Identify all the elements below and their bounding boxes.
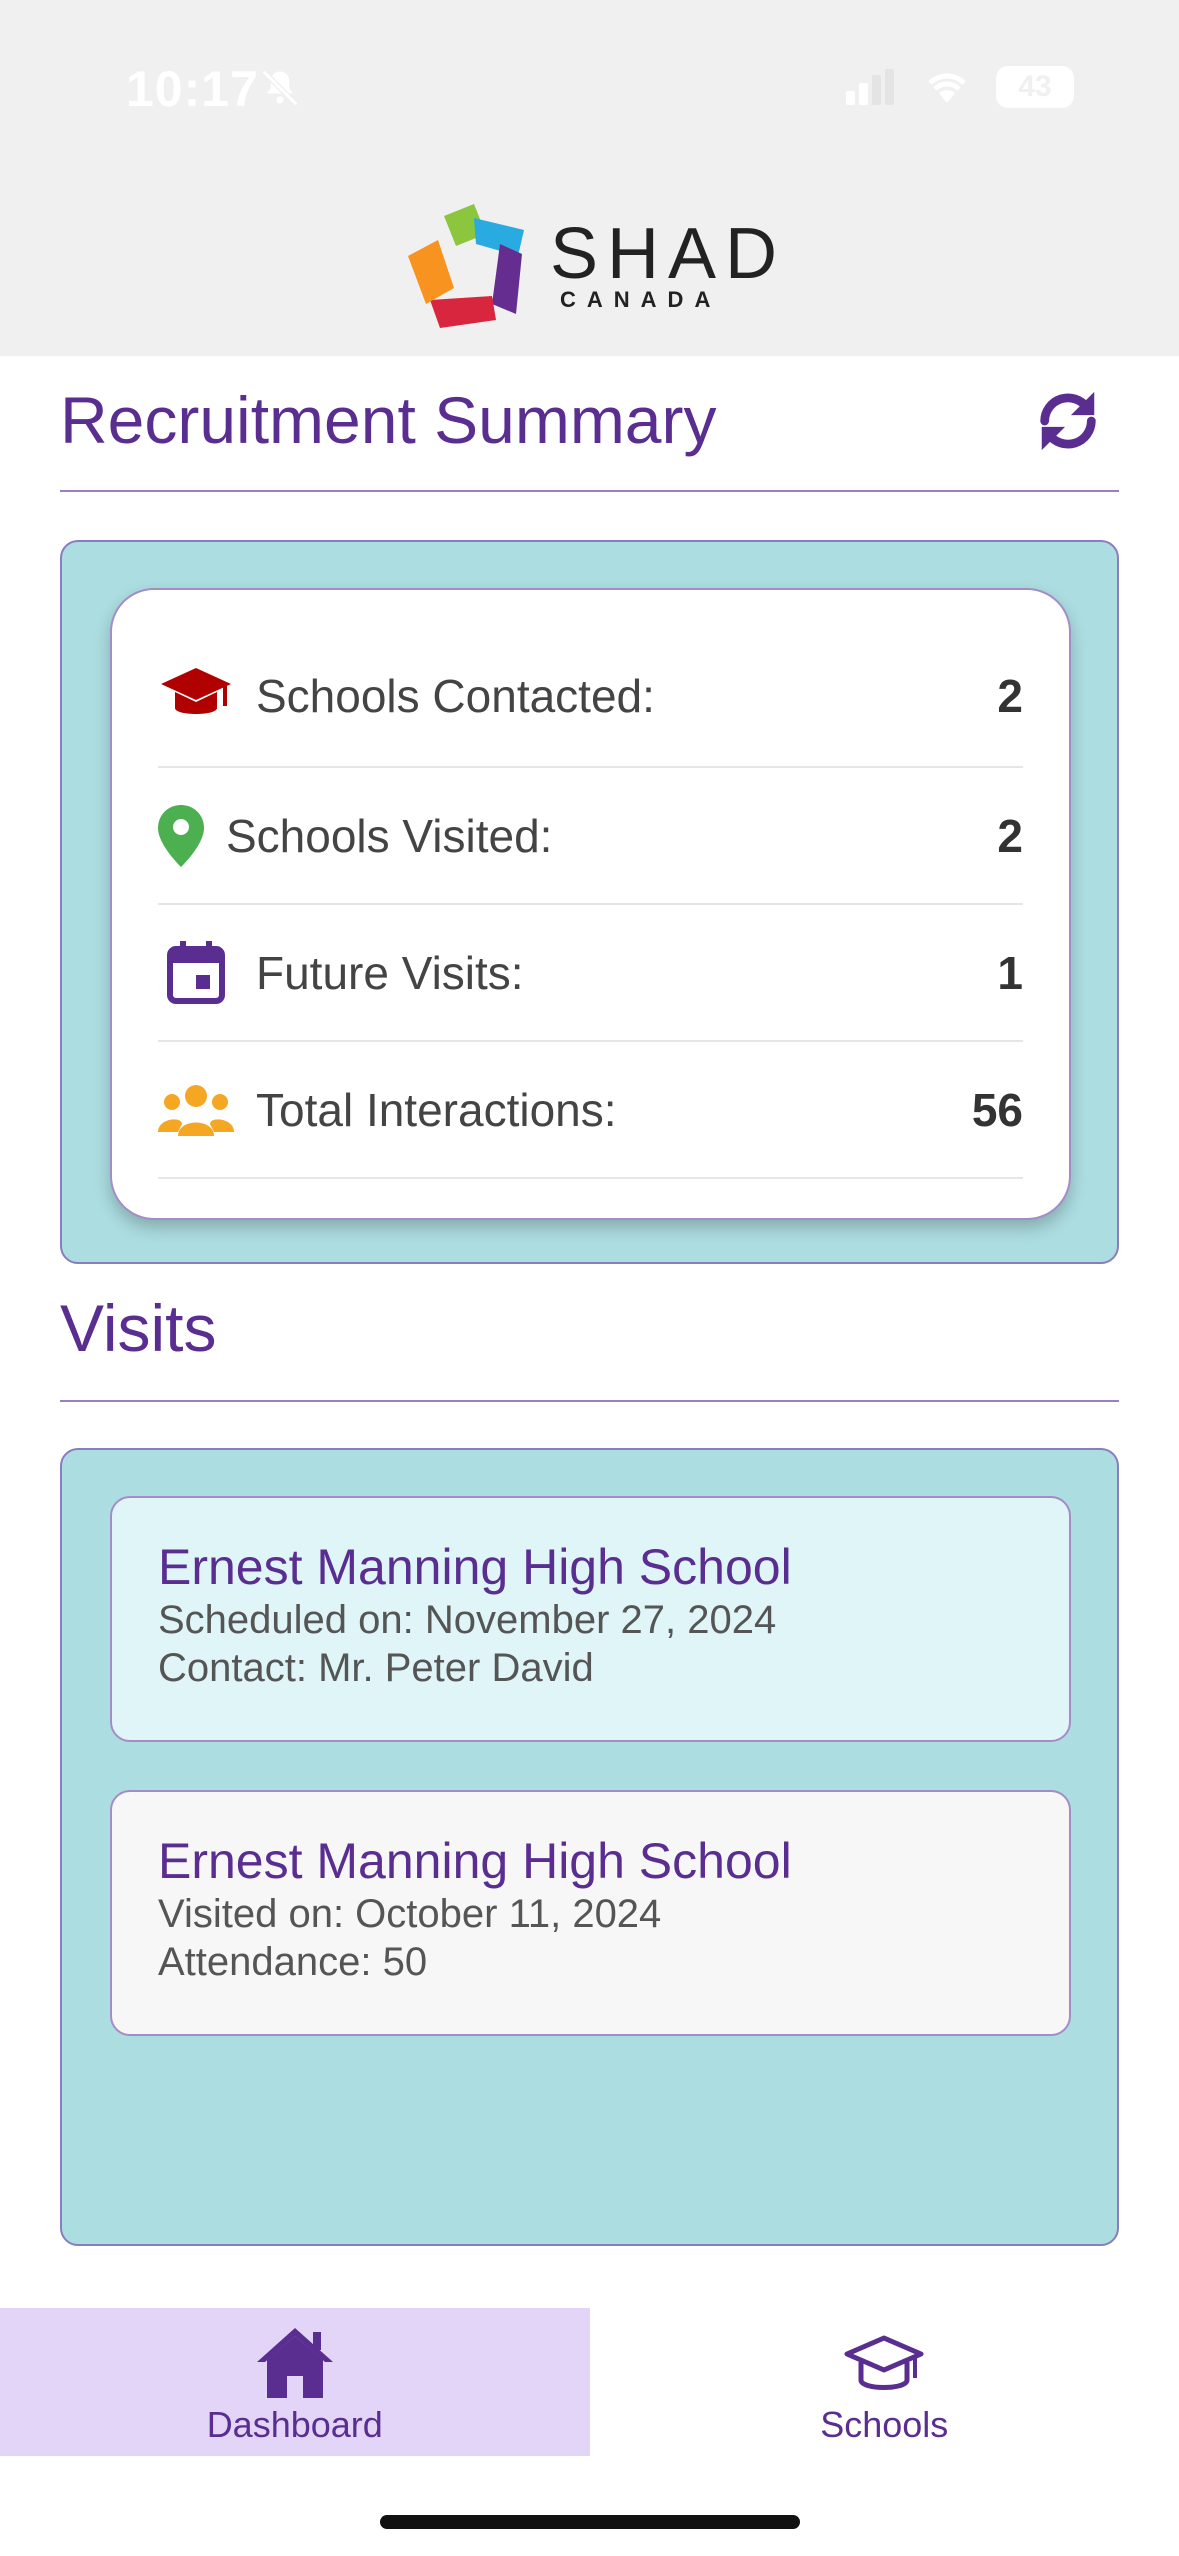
visits-title: Visits — [60, 1291, 217, 1365]
school-cap-icon — [844, 2335, 924, 2390]
stat-label: Total Interactions: — [256, 1083, 617, 1136]
summary-title: Recruitment Summary — [60, 383, 717, 457]
visit-school-name: Ernest Manning High School — [158, 1539, 792, 1595]
home-icon — [256, 2328, 333, 2398]
visit-date: Scheduled on: November 27, 2024 — [158, 1598, 777, 1642]
visits-header: Visits — [60, 1290, 1119, 1402]
shad-logo-mark-icon — [408, 204, 524, 328]
stat-value: 2 — [997, 809, 1023, 862]
visits-panel: Ernest Manning High School Scheduled on:… — [60, 1448, 1119, 2246]
bottom-nav: Dashboard Schools — [0, 2308, 1179, 2456]
calendar-icon — [158, 935, 234, 1011]
shad-canada-logo: SHAD CANADA — [404, 204, 786, 330]
nav-schools[interactable]: Schools — [590, 2308, 1179, 2456]
nav-label: Schools — [820, 2404, 949, 2445]
visit-contact: Contact: Mr. Peter David — [158, 1646, 594, 1690]
stat-label: Schools Visited: — [226, 809, 553, 862]
stat-future-visits: Future Visits: 1 — [158, 905, 1023, 1042]
stat-schools-contacted: Schools Contacted: 2 — [158, 590, 1023, 768]
stat-value: 56 — [971, 1083, 1023, 1136]
stat-value: 1 — [997, 946, 1023, 999]
stat-value: 2 — [997, 670, 1023, 722]
brand-name: SHAD — [550, 214, 787, 294]
wifi-icon — [928, 73, 966, 103]
stat-label: Future Visits: — [256, 946, 524, 999]
stat-label: Schools Contacted: — [256, 670, 655, 722]
visit-date: Visited on: October 11, 2024 — [158, 1892, 662, 1936]
summary-card: Schools Contacted: 2 Schools Visited: 2 — [110, 588, 1071, 1220]
visit-card-completed[interactable]: Ernest Manning High School Visited on: O… — [110, 1790, 1071, 2036]
status-time: 10:17 — [126, 61, 259, 117]
summary-panel: Schools Contacted: 2 Schools Visited: 2 — [60, 540, 1119, 1264]
battery-indicator: 43 — [996, 66, 1074, 108]
stat-total-interactions: Total Interactions: 56 — [158, 1042, 1023, 1179]
stat-schools-visited: Schools Visited: 2 — [158, 768, 1023, 905]
refresh-icon[interactable] — [1033, 386, 1103, 456]
visit-school-name: Ernest Manning High School — [158, 1833, 792, 1889]
map-pin-icon — [158, 798, 204, 874]
status-indicators: 43 — [846, 66, 1074, 108]
users-icon — [158, 1072, 234, 1148]
visit-card-scheduled[interactable]: Ernest Manning High School Scheduled on:… — [110, 1496, 1071, 1742]
bell-muted-icon — [261, 69, 299, 107]
summary-header: Recruitment Summary — [60, 382, 1119, 492]
app-header: 10:17 43 SHAD CANADA — [0, 0, 1179, 356]
home-indicator[interactable] — [380, 2515, 800, 2529]
graduation-cap-icon — [158, 658, 234, 734]
visit-attendance: Attendance: 50 — [158, 1940, 428, 1984]
signal-icon — [846, 69, 894, 105]
nav-dashboard[interactable]: Dashboard — [0, 2308, 590, 2456]
nav-label: Dashboard — [206, 2404, 383, 2445]
